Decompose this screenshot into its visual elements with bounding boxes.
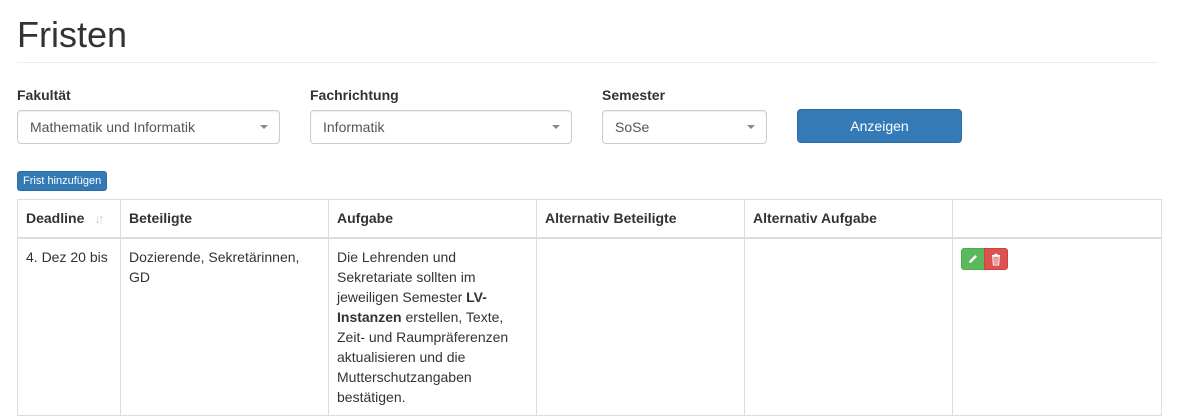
cell-participants: Dozierende, Sekretärinnen, GD bbox=[120, 237, 329, 416]
table-row: 4. Dez 20 bis Dozierende, Sekretärinnen,… bbox=[17, 237, 1162, 416]
field-select-value: Informatik bbox=[323, 119, 385, 135]
title-divider bbox=[17, 62, 1158, 63]
header-task: Aufgabe bbox=[328, 199, 537, 239]
pencil-icon bbox=[969, 255, 977, 263]
trash-icon bbox=[992, 253, 1000, 266]
field-select[interactable]: Informatik bbox=[310, 110, 572, 144]
field-label: Fachrichtung bbox=[310, 87, 399, 103]
row-actions bbox=[961, 248, 1008, 270]
delete-button[interactable] bbox=[984, 248, 1008, 270]
header-deadline-label: Deadline bbox=[26, 210, 85, 226]
cell-alt-task bbox=[744, 237, 953, 416]
page-title: Fristen bbox=[17, 14, 128, 55]
header-deadline[interactable]: Deadline ↓↑ bbox=[17, 199, 121, 239]
sort-icon[interactable]: ↓↑ bbox=[94, 209, 104, 229]
deadlines-page: Fristen Fakultät Mathematik und Informat… bbox=[0, 0, 1190, 416]
faculty-label: Fakultät bbox=[17, 87, 71, 103]
faculty-select-value: Mathematik und Informatik bbox=[30, 119, 195, 135]
caret-down-icon bbox=[552, 125, 560, 129]
cell-actions bbox=[952, 237, 1162, 416]
caret-down-icon bbox=[260, 125, 268, 129]
semester-select-value: SoSe bbox=[615, 119, 650, 135]
show-button[interactable]: Anzeigen bbox=[797, 109, 962, 143]
faculty-select[interactable]: Mathematik und Informatik bbox=[17, 110, 280, 144]
add-deadline-button[interactable]: Frist hinzufügen bbox=[17, 171, 108, 191]
semester-select[interactable]: SoSe bbox=[602, 110, 767, 144]
caret-down-icon bbox=[747, 125, 755, 129]
deadlines-table: Deadline ↓↑ Beteiligte Aufgabe Alternativ… bbox=[17, 199, 1162, 416]
edit-button[interactable] bbox=[961, 248, 985, 270]
header-alt-participants: Alternativ Beteiligte bbox=[536, 199, 745, 239]
header-participants: Beteiligte bbox=[120, 199, 329, 239]
cell-deadline: 4. Dez 20 bis bbox=[17, 237, 121, 416]
header-alt-task: Alternativ Aufgabe bbox=[744, 199, 953, 239]
semester-label: Semester bbox=[602, 87, 666, 103]
cell-alt-participants bbox=[536, 237, 745, 416]
cell-task: Die Lehrenden und Sekretariate sollten i… bbox=[328, 237, 537, 416]
table-header-row: Deadline ↓↑ Beteiligte Aufgabe Alternativ… bbox=[17, 199, 1162, 239]
header-actions bbox=[952, 199, 1162, 239]
task-text-before: Die Lehrenden und Sekretariate sollten i… bbox=[337, 249, 476, 305]
